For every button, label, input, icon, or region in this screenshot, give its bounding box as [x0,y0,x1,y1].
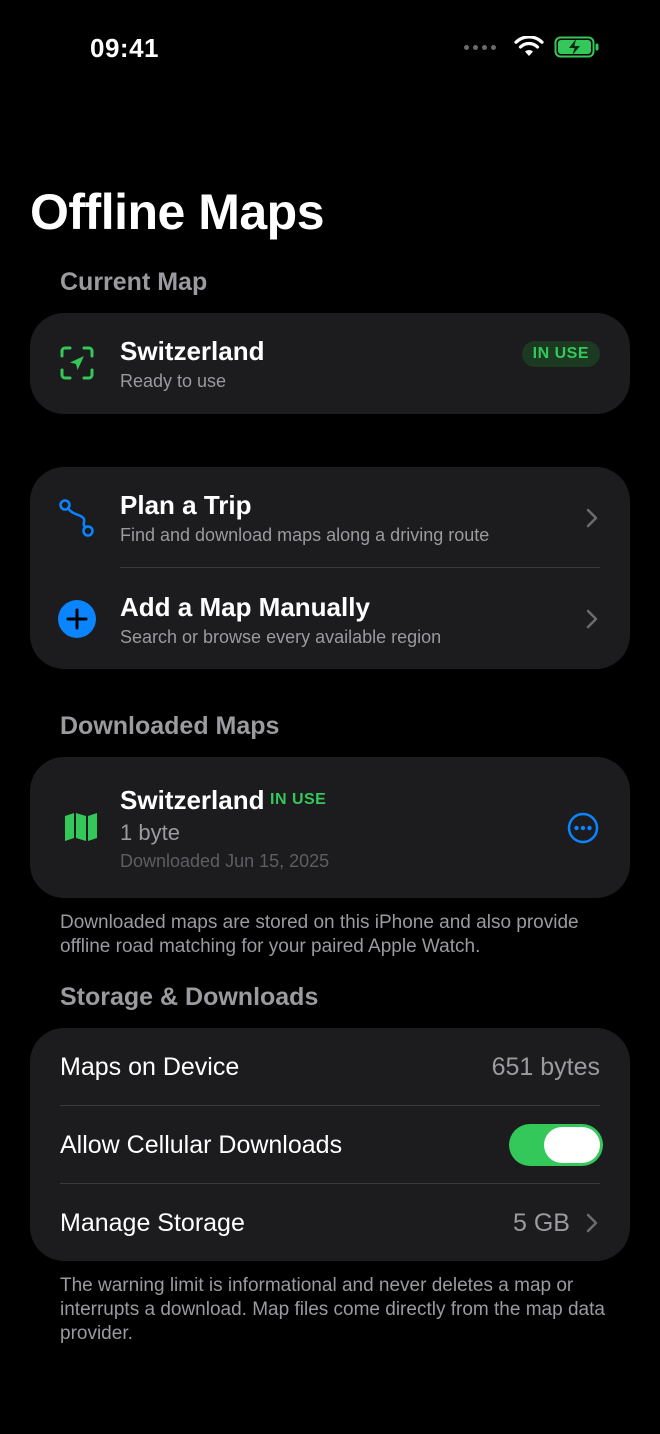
add-map-title: Add a Map Manually [120,592,370,622]
chevron-right-icon [586,508,598,528]
cellular-downloads-label: Allow Cellular Downloads [60,1131,343,1159]
location-focus-icon [60,346,94,380]
downloaded-map-date: Downloaded Jun 15, 2025 [120,851,330,871]
current-map-status: Ready to use [120,371,227,391]
downloaded-map-item[interactable]: Switzerland IN USE 1 byte Downloaded Jun… [30,757,630,898]
plan-trip-title: Plan a Trip [120,490,252,520]
current-map-name: Switzerland [120,336,265,366]
status-time: 09:41 [90,33,159,63]
chevron-right-icon [586,609,598,629]
cellular-signal-icon [464,44,496,50]
add-map-row[interactable]: Add a Map Manually Search or browse ever… [30,568,630,669]
page-title: Offline Maps [30,184,325,240]
manage-storage-row[interactable]: Manage Storage 5 GB [30,1184,630,1261]
storage-footnote: The warning limit is informational and n… [60,1275,605,1344]
plan-trip-row[interactable]: Plan a Trip Find and download maps along… [30,467,630,567]
maps-on-device-value: 651 bytes [491,1053,600,1081]
in-use-badge: IN USE [270,791,327,808]
manage-storage-value: 5 GB [513,1209,570,1237]
route-icon [59,499,94,537]
map-icon [65,813,97,841]
in-use-badge: IN USE [521,341,600,367]
more-options-icon[interactable] [567,812,599,844]
actions-card: Plan a Trip Find and download maps along… [30,467,630,669]
downloaded-maps-header: Downloaded Maps [60,712,280,740]
maps-on-device-label: Maps on Device [60,1053,240,1081]
status-icons [464,36,600,58]
chevron-right-icon [586,1213,598,1233]
current-map-header: Current Map [60,268,208,296]
downloaded-map-size: 1 byte [120,820,180,845]
status-bar: 09:41 [0,0,660,100]
maps-on-device-row: Maps on Device 651 bytes [30,1028,630,1105]
storage-card: Maps on Device 651 bytes Allow Cellular … [30,1028,630,1261]
downloaded-maps-footnote: Downloaded maps are stored on this iPhon… [60,912,579,957]
plus-circle-icon [58,600,96,638]
storage-header: Storage & Downloads [60,983,319,1011]
manage-storage-label: Manage Storage [60,1209,245,1237]
current-map-card[interactable]: Switzerland Ready to use IN USE [30,313,630,414]
cellular-downloads-row: Allow Cellular Downloads [30,1106,630,1183]
downloaded-map-name: Switzerland [120,785,265,815]
wifi-icon [514,36,544,56]
plan-trip-subtitle: Find and download maps along a driving r… [120,525,490,545]
battery-charging-icon [554,36,599,58]
cellular-downloads-toggle[interactable] [509,1124,603,1166]
toggle-knob [544,1127,600,1163]
add-map-subtitle: Search or browse every available region [120,627,442,647]
